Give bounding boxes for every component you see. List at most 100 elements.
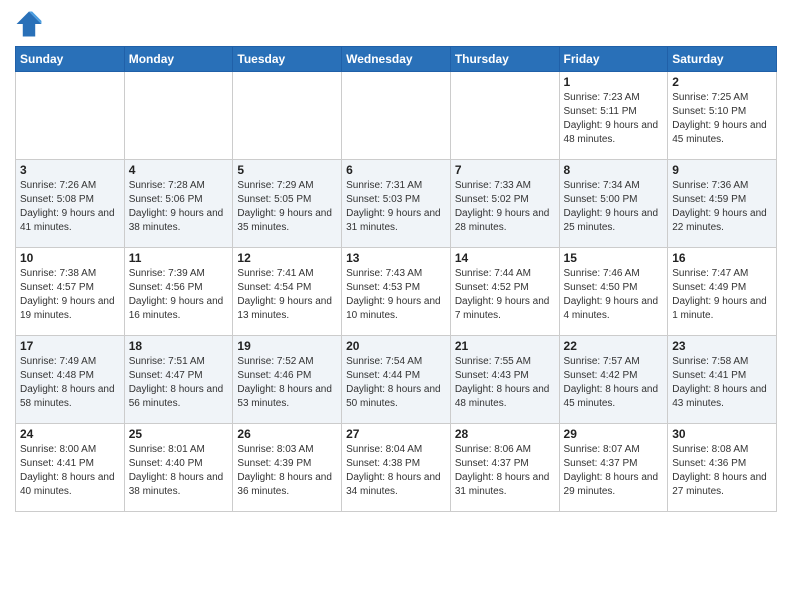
day-number: 1 [564, 75, 664, 89]
day-number: 20 [346, 339, 446, 353]
day-info: Sunrise: 7:44 AM Sunset: 4:52 PM Dayligh… [455, 267, 555, 323]
calendar-cell [342, 72, 451, 160]
calendar-cell: 20 Sunrise: 7:54 AM Sunset: 4:44 PM Dayli… [342, 336, 451, 424]
day-info: Sunrise: 7:54 AM Sunset: 4:44 PM Dayligh… [346, 355, 446, 411]
day-info: Sunrise: 8:07 AM Sunset: 4:37 PM Dayligh… [564, 443, 664, 499]
day-number: 29 [564, 427, 664, 441]
calendar-cell: 12 Sunrise: 7:41 AM Sunset: 4:54 PM Dayli… [233, 248, 342, 336]
logo-icon [15, 10, 43, 38]
day-info: Sunrise: 8:01 AM Sunset: 4:40 PM Dayligh… [129, 443, 229, 499]
day-info: Sunrise: 7:41 AM Sunset: 4:54 PM Dayligh… [237, 267, 337, 323]
calendar-cell [233, 72, 342, 160]
day-number: 18 [129, 339, 229, 353]
calendar-header-thursday: Thursday [450, 47, 559, 72]
day-number: 2 [672, 75, 772, 89]
day-number: 9 [672, 163, 772, 177]
day-info: Sunrise: 7:43 AM Sunset: 4:53 PM Dayligh… [346, 267, 446, 323]
calendar-header-saturday: Saturday [668, 47, 777, 72]
calendar-cell [450, 72, 559, 160]
calendar-cell: 26 Sunrise: 8:03 AM Sunset: 4:39 PM Dayli… [233, 424, 342, 512]
day-number: 12 [237, 251, 337, 265]
calendar-cell: 13 Sunrise: 7:43 AM Sunset: 4:53 PM Dayli… [342, 248, 451, 336]
day-number: 3 [20, 163, 120, 177]
day-info: Sunrise: 7:38 AM Sunset: 4:57 PM Dayligh… [20, 267, 120, 323]
logo [15, 10, 47, 38]
day-number: 27 [346, 427, 446, 441]
calendar-header-wednesday: Wednesday [342, 47, 451, 72]
day-number: 17 [20, 339, 120, 353]
day-number: 24 [20, 427, 120, 441]
page: SundayMondayTuesdayWednesdayThursdayFrid… [0, 0, 792, 522]
calendar-cell: 5 Sunrise: 7:29 AM Sunset: 5:05 PM Daylig… [233, 160, 342, 248]
calendar-header-friday: Friday [559, 47, 668, 72]
day-number: 15 [564, 251, 664, 265]
day-number: 11 [129, 251, 229, 265]
day-number: 16 [672, 251, 772, 265]
day-info: Sunrise: 7:26 AM Sunset: 5:08 PM Dayligh… [20, 179, 120, 235]
calendar-cell: 28 Sunrise: 8:06 AM Sunset: 4:37 PM Dayli… [450, 424, 559, 512]
calendar-cell: 25 Sunrise: 8:01 AM Sunset: 4:40 PM Dayli… [124, 424, 233, 512]
day-number: 30 [672, 427, 772, 441]
day-info: Sunrise: 7:51 AM Sunset: 4:47 PM Dayligh… [129, 355, 229, 411]
calendar-header-tuesday: Tuesday [233, 47, 342, 72]
day-info: Sunrise: 7:25 AM Sunset: 5:10 PM Dayligh… [672, 91, 772, 147]
day-number: 26 [237, 427, 337, 441]
day-info: Sunrise: 7:58 AM Sunset: 4:41 PM Dayligh… [672, 355, 772, 411]
day-number: 7 [455, 163, 555, 177]
day-info: Sunrise: 7:57 AM Sunset: 4:42 PM Dayligh… [564, 355, 664, 411]
day-info: Sunrise: 7:49 AM Sunset: 4:48 PM Dayligh… [20, 355, 120, 411]
day-info: Sunrise: 8:04 AM Sunset: 4:38 PM Dayligh… [346, 443, 446, 499]
calendar-cell: 24Sunrise: 8:00 AM Sunset: 4:41 PM Dayli… [16, 424, 125, 512]
day-info: Sunrise: 7:39 AM Sunset: 4:56 PM Dayligh… [129, 267, 229, 323]
calendar-cell: 18 Sunrise: 7:51 AM Sunset: 4:47 PM Dayli… [124, 336, 233, 424]
calendar-cell: 30 Sunrise: 8:08 AM Sunset: 4:36 PM Dayli… [668, 424, 777, 512]
calendar-cell: 14 Sunrise: 7:44 AM Sunset: 4:52 PM Dayli… [450, 248, 559, 336]
day-info: Sunrise: 7:47 AM Sunset: 4:49 PM Dayligh… [672, 267, 772, 323]
day-number: 23 [672, 339, 772, 353]
calendar-cell: 16 Sunrise: 7:47 AM Sunset: 4:49 PM Dayli… [668, 248, 777, 336]
calendar-cell: 22 Sunrise: 7:57 AM Sunset: 4:42 PM Dayli… [559, 336, 668, 424]
day-number: 10 [20, 251, 120, 265]
calendar-week-row: 1 Sunrise: 7:23 AM Sunset: 5:11 PM Daylig… [16, 72, 777, 160]
day-number: 19 [237, 339, 337, 353]
calendar-cell: 8Sunrise: 7:34 AM Sunset: 5:00 PM Daylig… [559, 160, 668, 248]
calendar-cell: 9Sunrise: 7:36 AM Sunset: 4:59 PM Daylig… [668, 160, 777, 248]
day-number: 14 [455, 251, 555, 265]
calendar-cell: 27 Sunrise: 8:04 AM Sunset: 4:38 PM Dayli… [342, 424, 451, 512]
calendar-header-sunday: Sunday [16, 47, 125, 72]
day-number: 13 [346, 251, 446, 265]
calendar-cell: 10 Sunrise: 7:38 AM Sunset: 4:57 PM Dayli… [16, 248, 125, 336]
calendar-cell: 6Sunrise: 7:31 AM Sunset: 5:03 PM Daylig… [342, 160, 451, 248]
day-info: Sunrise: 7:28 AM Sunset: 5:06 PM Dayligh… [129, 179, 229, 235]
calendar-cell: 11 Sunrise: 7:39 AM Sunset: 4:56 PM Dayli… [124, 248, 233, 336]
calendar-cell: 1 Sunrise: 7:23 AM Sunset: 5:11 PM Daylig… [559, 72, 668, 160]
day-number: 21 [455, 339, 555, 353]
calendar-cell [124, 72, 233, 160]
day-number: 28 [455, 427, 555, 441]
day-info: Sunrise: 8:03 AM Sunset: 4:39 PM Dayligh… [237, 443, 337, 499]
day-number: 22 [564, 339, 664, 353]
calendar-cell: 7 Sunrise: 7:33 AM Sunset: 5:02 PM Daylig… [450, 160, 559, 248]
calendar: SundayMondayTuesdayWednesdayThursdayFrid… [15, 46, 777, 512]
day-info: Sunrise: 7:52 AM Sunset: 4:46 PM Dayligh… [237, 355, 337, 411]
calendar-cell: 29 Sunrise: 8:07 AM Sunset: 4:37 PM Dayli… [559, 424, 668, 512]
calendar-cell: 3 Sunrise: 7:26 AM Sunset: 5:08 PM Daylig… [16, 160, 125, 248]
day-number: 25 [129, 427, 229, 441]
calendar-week-row: 10 Sunrise: 7:38 AM Sunset: 4:57 PM Dayli… [16, 248, 777, 336]
calendar-cell [16, 72, 125, 160]
day-number: 5 [237, 163, 337, 177]
day-info: Sunrise: 7:55 AM Sunset: 4:43 PM Dayligh… [455, 355, 555, 411]
day-info: Sunrise: 7:23 AM Sunset: 5:11 PM Dayligh… [564, 91, 664, 147]
calendar-week-row: 3 Sunrise: 7:26 AM Sunset: 5:08 PM Daylig… [16, 160, 777, 248]
day-info: Sunrise: 8:08 AM Sunset: 4:36 PM Dayligh… [672, 443, 772, 499]
day-info: Sunrise: 7:33 AM Sunset: 5:02 PM Dayligh… [455, 179, 555, 235]
day-info: Sunrise: 7:29 AM Sunset: 5:05 PM Dayligh… [237, 179, 337, 235]
calendar-week-row: 17 Sunrise: 7:49 AM Sunset: 4:48 PM Dayli… [16, 336, 777, 424]
calendar-week-row: 24Sunrise: 8:00 AM Sunset: 4:41 PM Dayli… [16, 424, 777, 512]
calendar-cell: 17 Sunrise: 7:49 AM Sunset: 4:48 PM Dayli… [16, 336, 125, 424]
calendar-cell: 21 Sunrise: 7:55 AM Sunset: 4:43 PM Dayli… [450, 336, 559, 424]
day-info: Sunrise: 8:06 AM Sunset: 4:37 PM Dayligh… [455, 443, 555, 499]
day-number: 6 [346, 163, 446, 177]
calendar-cell: 15Sunrise: 7:46 AM Sunset: 4:50 PM Dayli… [559, 248, 668, 336]
calendar-cell: 23 Sunrise: 7:58 AM Sunset: 4:41 PM Dayli… [668, 336, 777, 424]
